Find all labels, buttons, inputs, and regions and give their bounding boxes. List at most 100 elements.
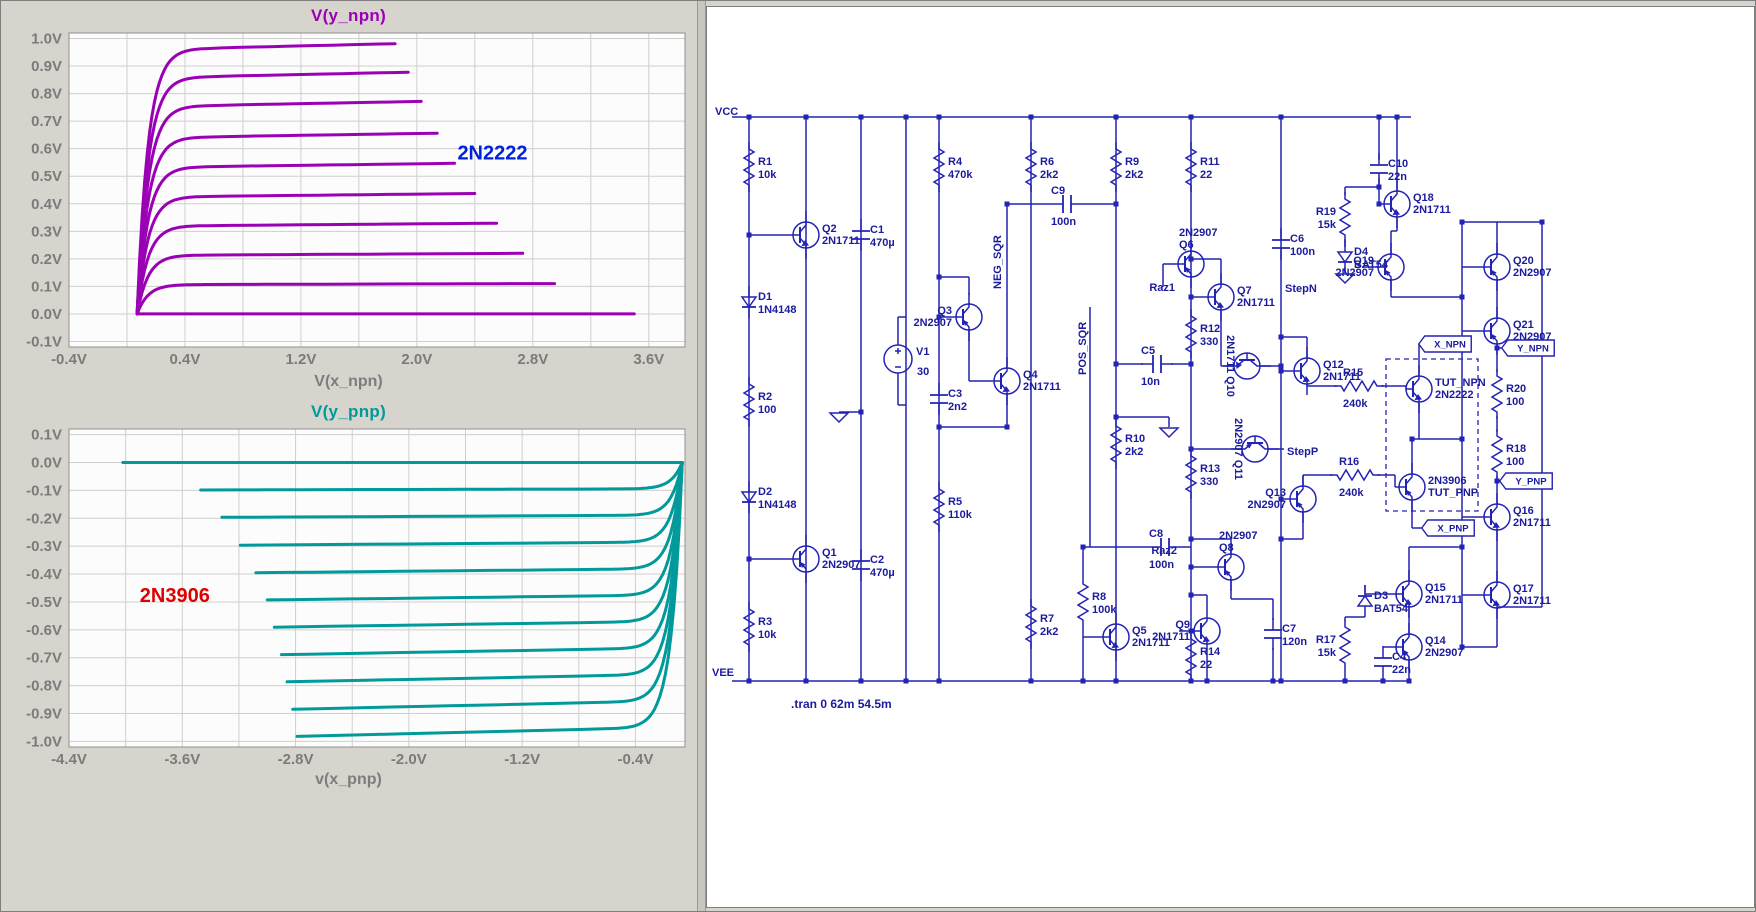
component-C5[interactable] <box>1141 355 1173 373</box>
value-R19: 15k <box>1318 219 1337 231</box>
component-gnd[interactable] <box>828 412 850 424</box>
value-C5: 10n <box>1141 376 1160 388</box>
label-Q17: Q17 <box>1513 583 1534 595</box>
net-flag-X_PNP[interactable]: X_PNP <box>1420 519 1475 537</box>
y-tick-label: -0.1V <box>26 333 62 350</box>
value-R7: 2k2 <box>1040 626 1058 638</box>
net-flag-Y_PNP[interactable]: Y_PNP <box>1498 472 1553 490</box>
device-annotation[interactable]: 2N3906 <box>140 585 210 607</box>
value-2N3906: TUT_PNP <box>1428 487 1478 499</box>
component-Q19[interactable] <box>1377 243 1405 291</box>
component-Q12[interactable] <box>1293 347 1321 395</box>
component-R4[interactable] <box>932 142 946 192</box>
component-R7[interactable] <box>1024 599 1038 649</box>
value-C7: 120n <box>1282 636 1307 648</box>
component-Q3[interactable] <box>955 293 983 341</box>
value-Q8: 2N2907 <box>1219 530 1258 542</box>
component-R17[interactable] <box>1338 620 1352 670</box>
component-C4[interactable] <box>1374 646 1392 678</box>
component-R5[interactable] <box>932 482 946 532</box>
svg-text:X_PNP: X_PNP <box>1437 524 1469 535</box>
value-Q15: 2N1711 <box>1425 594 1463 606</box>
component-Q4[interactable] <box>993 357 1021 405</box>
label-R5: R5 <box>948 496 962 508</box>
value-Q9: 2N1711 <box>1152 631 1190 643</box>
y-tick-label: 0.1V <box>31 278 62 295</box>
schematic-pane[interactable]: R1 10k D1 1N4148 R2 100 D2 1N4148 R3 10k Q2 2N1711 Q… <box>706 6 1755 908</box>
component-Q7[interactable] <box>1207 273 1235 321</box>
y-tick-label: -0.8V <box>26 678 62 695</box>
label-C6: C6 <box>1290 233 1304 245</box>
npn-plot-title: V(y_npn) <box>310 6 387 25</box>
component-gnd[interactable] <box>1158 427 1180 439</box>
component-2N3906[interactable] <box>1398 463 1426 511</box>
y-tick-label: -0.5V <box>26 594 62 611</box>
label-Q7: Q7 <box>1237 285 1252 297</box>
component-R20[interactable] <box>1490 369 1504 419</box>
label-V1: V1 <box>916 346 929 358</box>
component-R2[interactable] <box>742 377 756 427</box>
label-Q12: Q12 <box>1323 359 1344 371</box>
y-tick-label: 0.7V <box>31 113 62 130</box>
y-tick-label: 0.2V <box>31 251 62 268</box>
x-tick-label: 3.6V <box>633 351 664 368</box>
component-C10[interactable] <box>1370 153 1388 185</box>
component-C7[interactable] <box>1264 618 1282 650</box>
x-tick-label: 2.8V <box>517 351 548 368</box>
label-C1: C1 <box>870 224 884 236</box>
component-D3[interactable] <box>1356 585 1374 617</box>
label-Q15: Q15 <box>1425 582 1446 594</box>
label-C7: C7 <box>1282 623 1296 635</box>
label-C10: C10 <box>1388 158 1408 170</box>
pnp-output-plot[interactable]: -4.4V -3.6V -2.8V -2.0V -1.2V -0.4V -1.0V -0.9V… <box>1 425 696 771</box>
net-flag-X_NPN[interactable]: X_NPN <box>1417 335 1472 353</box>
component-V1[interactable] <box>883 344 913 374</box>
component-R18[interactable] <box>1490 429 1504 479</box>
component-R3[interactable] <box>742 602 756 652</box>
value-R14: 22 <box>1200 659 1212 671</box>
component-R19[interactable] <box>1338 192 1352 242</box>
label-R16: R16 <box>1339 456 1359 468</box>
component-Q13[interactable] <box>1289 475 1317 523</box>
component-Q20[interactable] <box>1483 243 1511 291</box>
component-R10[interactable] <box>1109 419 1123 469</box>
value-D2: 1N4148 <box>758 499 797 511</box>
component-R11[interactable] <box>1184 142 1198 192</box>
value-Q18: 2N1711 <box>1413 204 1451 216</box>
value-R18: 100 <box>1506 456 1524 468</box>
schematic-text-Raz2: Raz2 <box>1151 545 1177 557</box>
value-Q6: 2N2907 <box>1179 227 1218 239</box>
label-R15: R15 <box>1343 367 1363 379</box>
label-R14: R14 <box>1200 646 1221 658</box>
net-flag-Y_NPN[interactable]: Y_NPN <box>1500 339 1555 357</box>
label-R10: R10 <box>1125 433 1145 445</box>
component-Q18[interactable] <box>1383 180 1411 228</box>
waveform-pane: V(y_npn) -0.4V 0.4V 1.2V 2.0V 2.8V 3.6V -0.1V 0… <box>1 1 697 911</box>
value-R2: 100 <box>758 404 776 416</box>
y-tick-label: 0.3V <box>31 223 62 240</box>
value-C3: 2n2 <box>948 401 967 413</box>
component-Q16[interactable] <box>1483 493 1511 541</box>
value-V1: 30 <box>917 366 929 378</box>
y-tick-label: 0.5V <box>31 168 62 185</box>
value-Q4: 2N1711 <box>1023 381 1061 393</box>
component-R16[interactable] <box>1330 468 1380 482</box>
label-C2: C2 <box>870 554 884 566</box>
component-R12[interactable] <box>1184 309 1198 359</box>
value-R10: 2k2 <box>1125 446 1143 458</box>
component-R9[interactable] <box>1109 142 1123 192</box>
device-annotation[interactable]: 2N2222 <box>457 143 527 165</box>
pane-splitter[interactable] <box>697 1 706 911</box>
component-R1[interactable] <box>742 142 756 192</box>
component-R13[interactable] <box>1184 449 1198 499</box>
component-TUT_NPN[interactable] <box>1405 365 1433 413</box>
component-R8[interactable] <box>1076 577 1090 627</box>
npn-output-plot[interactable]: -0.4V 0.4V 1.2V 2.0V 2.8V 3.6V -0.1V 0.0V 0.1V 0.… <box>1 29 696 371</box>
label-Q10: 2N1711 Q10 <box>1224 335 1236 397</box>
component-R6[interactable] <box>1024 142 1038 192</box>
value-D1: 1N4148 <box>758 304 797 316</box>
label-R4: R4 <box>948 156 963 168</box>
component-C9[interactable] <box>1051 195 1083 213</box>
schematic-canvas[interactable]: R110kD11N4148R2100D21N4148R310kQ22N1711Q… <box>707 7 1754 907</box>
component-Q17[interactable] <box>1483 571 1511 619</box>
